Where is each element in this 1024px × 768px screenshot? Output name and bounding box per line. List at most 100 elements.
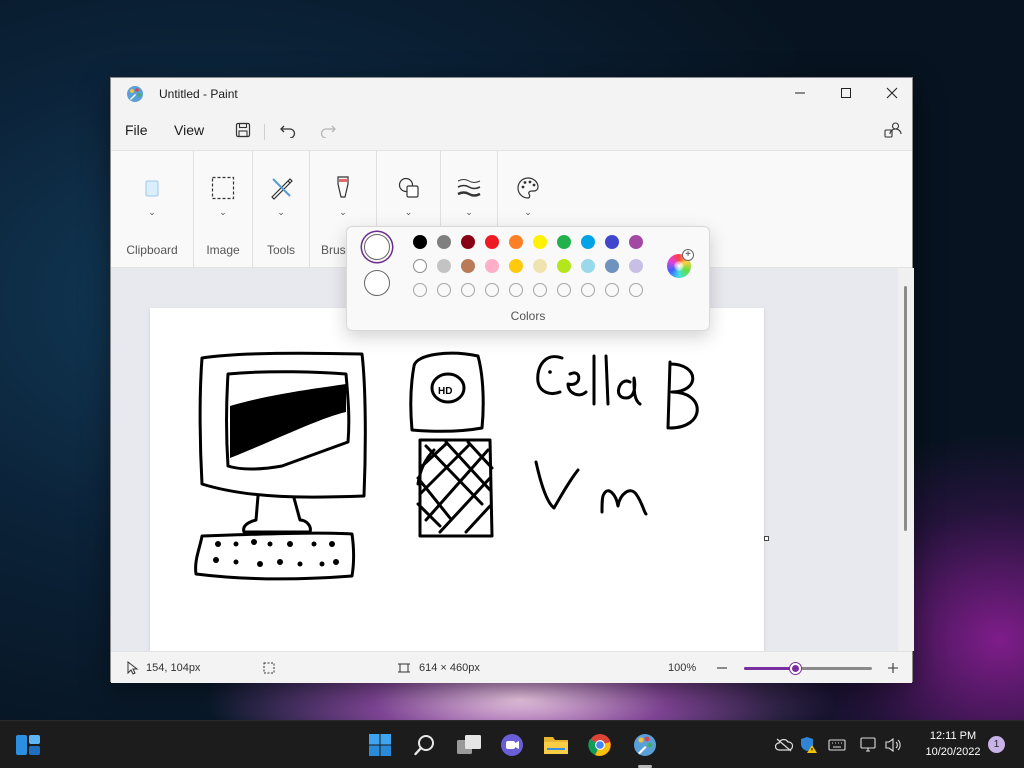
color-swatch[interactable] bbox=[437, 259, 451, 273]
zoom-out-icon[interactable] bbox=[715, 661, 729, 675]
primary-color[interactable] bbox=[364, 234, 390, 260]
cursor-arrow-icon bbox=[126, 661, 140, 675]
custom-color-slot[interactable] bbox=[485, 283, 499, 297]
clock-date[interactable]: 10/20/2022 bbox=[920, 746, 986, 758]
color-swatch[interactable] bbox=[581, 235, 595, 249]
color-swatch[interactable] bbox=[605, 259, 619, 273]
freehand-drawing: HD bbox=[194, 351, 699, 581]
taskbar: 12:11 PM 10/20/2022 1 bbox=[0, 720, 1024, 768]
color-swatch[interactable] bbox=[485, 259, 499, 273]
add-color-icon: + bbox=[682, 249, 694, 261]
maximize-button[interactable] bbox=[823, 78, 869, 108]
widgets-icon[interactable] bbox=[14, 731, 42, 759]
color-swatch[interactable] bbox=[629, 235, 643, 249]
color-swatch[interactable] bbox=[581, 259, 595, 273]
title-bar[interactable]: Untitled - Paint bbox=[111, 78, 912, 110]
custom-color-slot[interactable] bbox=[557, 283, 571, 297]
shapes-icon bbox=[396, 175, 422, 201]
zoom-slider-fill bbox=[744, 667, 796, 670]
secondary-color[interactable] bbox=[364, 270, 390, 296]
color-swatch[interactable] bbox=[629, 259, 643, 273]
cloud-offline-icon[interactable] bbox=[775, 736, 793, 754]
chevron-down-icon: ⌄ bbox=[148, 207, 156, 217]
chevron-down-icon: ⌄ bbox=[465, 207, 473, 217]
custom-color-slot[interactable] bbox=[413, 283, 427, 297]
minimize-icon bbox=[795, 92, 805, 94]
drawing-canvas[interactable]: HD bbox=[150, 308, 764, 651]
ribbon-group-tools[interactable]: ⌄ Tools bbox=[253, 151, 310, 269]
color-swatch[interactable] bbox=[509, 259, 523, 273]
color-picker-center bbox=[674, 261, 684, 271]
custom-color-slot[interactable] bbox=[533, 283, 547, 297]
stroke-size-icon bbox=[456, 175, 482, 201]
chevron-down-icon: ⌄ bbox=[219, 207, 227, 217]
custom-color-slot[interactable] bbox=[629, 283, 643, 297]
zoom-slider-thumb[interactable] bbox=[790, 663, 802, 674]
task-view-icon[interactable] bbox=[455, 731, 483, 759]
save-icon[interactable] bbox=[233, 120, 253, 140]
color-swatch[interactable] bbox=[413, 259, 427, 273]
vertical-scrollbar[interactable] bbox=[898, 268, 914, 651]
scrollbar-thumb[interactable] bbox=[904, 286, 907, 531]
ribbon-group-label: Tools bbox=[266, 243, 295, 257]
start-icon[interactable] bbox=[366, 731, 394, 759]
ribbon-group-label: Image bbox=[206, 243, 240, 257]
color-swatch[interactable] bbox=[437, 235, 451, 249]
paint-window: Untitled - Paint File View ⌄ Clipboard ⌄… bbox=[110, 77, 914, 683]
security-warning-icon[interactable] bbox=[800, 736, 818, 754]
color-swatch[interactable] bbox=[509, 235, 523, 249]
custom-color-slot[interactable] bbox=[461, 283, 475, 297]
color-picker-button[interactable]: + bbox=[667, 249, 694, 278]
zoom-level[interactable]: 100% bbox=[668, 662, 696, 674]
svg-text:HD: HD bbox=[438, 386, 452, 397]
colors-label: Colors bbox=[510, 309, 546, 323]
menu-bar: File View bbox=[111, 112, 912, 148]
menu-divider bbox=[264, 124, 265, 140]
maximize-icon bbox=[841, 88, 851, 98]
minimize-button[interactable] bbox=[777, 78, 823, 108]
color-swatch[interactable] bbox=[461, 235, 475, 249]
ribbon-group-image[interactable]: ⌄ Image bbox=[194, 151, 253, 269]
paint-icon[interactable] bbox=[631, 731, 659, 759]
file-menu[interactable]: File bbox=[125, 122, 148, 138]
color-swatch[interactable] bbox=[557, 235, 571, 249]
status-bar: 154, 104px 614 × 460px 100% bbox=[111, 651, 912, 683]
colors-flyout: + Colors bbox=[346, 226, 710, 331]
file-explorer-icon[interactable] bbox=[542, 731, 570, 759]
chevron-down-icon: ⌄ bbox=[339, 207, 347, 217]
account-icon[interactable] bbox=[883, 120, 903, 140]
canvas-size: 614 × 460px bbox=[419, 662, 480, 674]
color-swatch[interactable] bbox=[605, 235, 619, 249]
search-icon[interactable] bbox=[411, 731, 439, 759]
zoom-in-icon[interactable] bbox=[886, 661, 900, 675]
custom-color-slot[interactable] bbox=[509, 283, 523, 297]
color-swatch[interactable] bbox=[533, 259, 547, 273]
canvas-resize-handle[interactable] bbox=[764, 536, 769, 541]
color-swatch[interactable] bbox=[461, 259, 475, 273]
redo-icon[interactable] bbox=[318, 120, 338, 140]
color-swatch[interactable] bbox=[485, 235, 499, 249]
color-swatch[interactable] bbox=[533, 235, 547, 249]
canvas-size-icon bbox=[397, 661, 411, 675]
zoom-slider[interactable] bbox=[744, 663, 872, 674]
chevron-down-icon: ⌄ bbox=[524, 207, 532, 217]
custom-color-slot[interactable] bbox=[605, 283, 619, 297]
volume-icon[interactable] bbox=[884, 736, 902, 754]
ribbon-group-clipboard[interactable]: ⌄ Clipboard bbox=[111, 151, 194, 269]
close-button[interactable] bbox=[869, 78, 915, 108]
view-menu[interactable]: View bbox=[174, 122, 204, 138]
color-swatch[interactable] bbox=[557, 259, 571, 273]
selection-size-icon bbox=[262, 661, 276, 675]
window-title: Untitled - Paint bbox=[159, 87, 238, 101]
undo-icon[interactable] bbox=[278, 120, 298, 140]
keyboard-icon[interactable] bbox=[828, 736, 846, 754]
custom-color-slot[interactable] bbox=[437, 283, 451, 297]
custom-color-slot[interactable] bbox=[581, 283, 595, 297]
network-icon[interactable] bbox=[860, 736, 878, 754]
brush-icon bbox=[330, 175, 356, 201]
notification-badge[interactable]: 1 bbox=[988, 736, 1005, 753]
clock-time[interactable]: 12:11 PM bbox=[920, 730, 986, 742]
chrome-icon[interactable] bbox=[586, 731, 614, 759]
chat-icon[interactable] bbox=[498, 731, 526, 759]
color-swatch[interactable] bbox=[413, 235, 427, 249]
